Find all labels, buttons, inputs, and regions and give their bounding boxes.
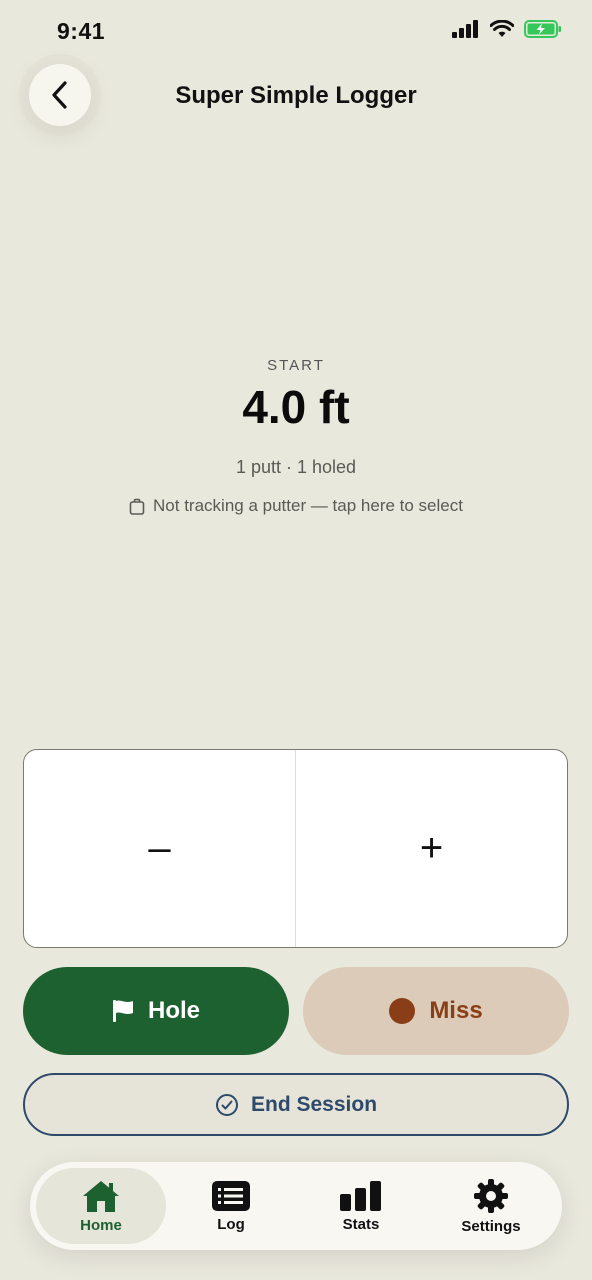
- decrement-button[interactable]: –: [24, 750, 295, 947]
- home-icon: [83, 1180, 119, 1212]
- cellular-signal-icon: [452, 20, 478, 38]
- tab-log[interactable]: Log: [166, 1168, 296, 1244]
- tab-log-label: Log: [217, 1215, 245, 1233]
- wifi-icon: [490, 20, 514, 37]
- tab-bar: Home Log Stats Settings: [30, 1162, 562, 1250]
- tab-stats[interactable]: Stats: [296, 1168, 426, 1244]
- end-session-button[interactable]: End Session: [23, 1073, 569, 1136]
- check-circle-icon: [215, 1093, 238, 1116]
- tab-home[interactable]: Home: [36, 1168, 166, 1244]
- putter-note-text: Not tracking a putter — tap here to sele…: [153, 496, 463, 515]
- hole-label: Hole: [147, 997, 200, 1024]
- hole-button[interactable]: Hole: [23, 967, 289, 1055]
- start-label: START: [267, 357, 325, 374]
- miss-dot-icon: [389, 998, 416, 1024]
- distance-value: 4.0 ft: [242, 381, 350, 433]
- decrement-label: –: [148, 826, 171, 870]
- miss-button[interactable]: Miss: [303, 967, 569, 1055]
- page-title: Super Simple Logger: [175, 82, 417, 109]
- bar-chart-icon: [340, 1180, 381, 1211]
- battery-charging-icon: [524, 20, 561, 38]
- distance-stepper: – +: [23, 749, 568, 948]
- tab-settings[interactable]: Settings: [426, 1168, 556, 1244]
- end-session-label: End Session: [250, 1092, 378, 1116]
- status-time: 9:41: [57, 18, 106, 44]
- tab-home-label: Home: [80, 1216, 122, 1234]
- miss-label: Miss: [429, 997, 483, 1024]
- status-bar: 9:41: [0, 0, 592, 64]
- tab-settings-label: Settings: [461, 1217, 521, 1235]
- bag-icon: [129, 498, 145, 515]
- flag-icon: [112, 1000, 133, 1022]
- select-putter-link[interactable]: Not tracking a putter — tap here to sele…: [0, 496, 592, 516]
- increment-button[interactable]: +: [296, 750, 567, 947]
- status-icons: [452, 20, 562, 38]
- tab-stats-label: Stats: [342, 1215, 380, 1233]
- increment-label: +: [419, 826, 444, 870]
- list-icon: [212, 1180, 250, 1211]
- putt-summary: 1 putt · 1 holed: [235, 457, 357, 477]
- gear-icon: [474, 1178, 508, 1213]
